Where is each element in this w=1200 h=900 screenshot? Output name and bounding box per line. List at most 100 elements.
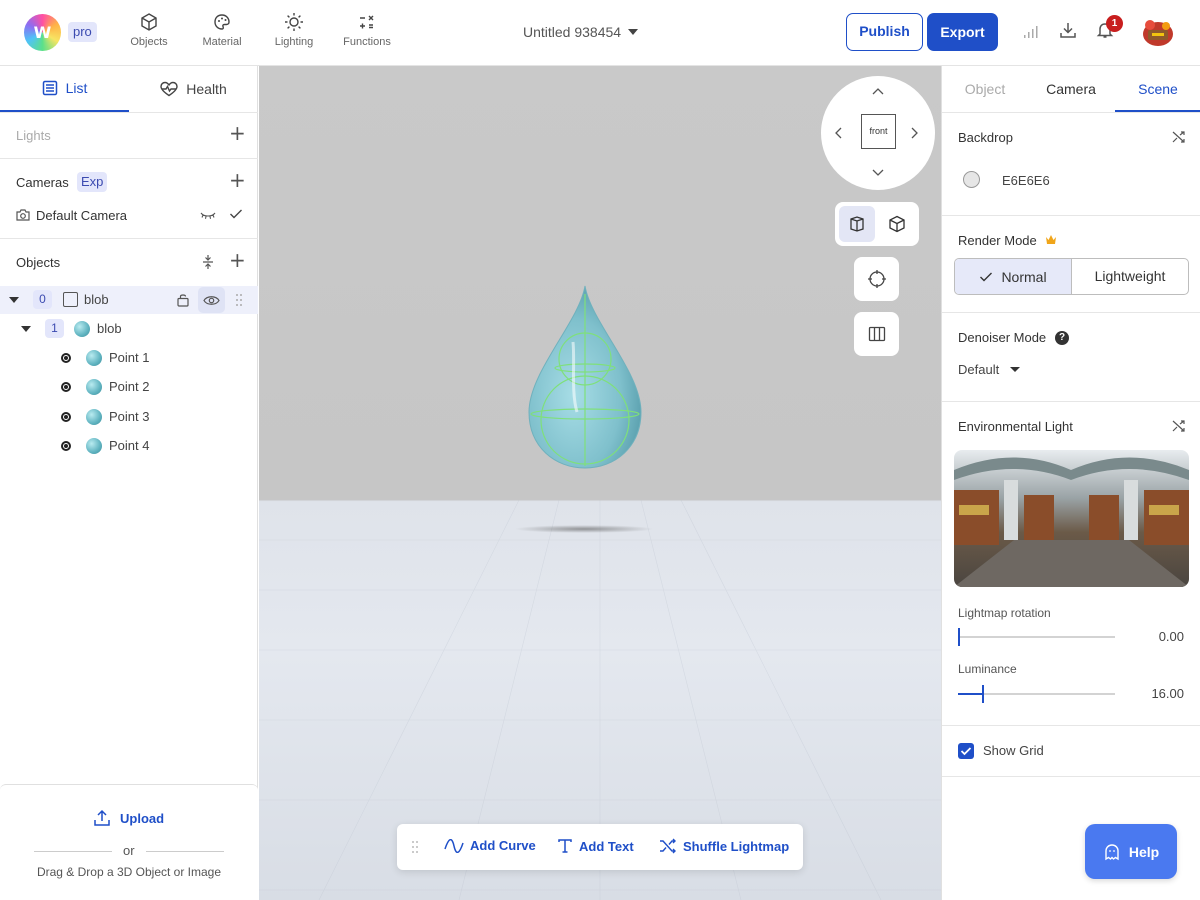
document-title[interactable]: Untitled 938454 [523, 24, 621, 40]
download-icon[interactable] [1058, 20, 1078, 40]
tree-item-label: blob [97, 321, 122, 336]
drag-handle-icon[interactable] [235, 293, 243, 307]
tree-row[interactable]: Point 4 [0, 432, 258, 460]
divider [0, 238, 258, 239]
add-curve-button[interactable]: Add Curve [444, 838, 536, 853]
tab-health[interactable]: Health [129, 66, 258, 112]
color-swatch[interactable] [963, 171, 980, 188]
sphere-icon [86, 438, 102, 454]
tree-row[interactable]: Point 3 [0, 403, 258, 431]
backdrop-color-value[interactable]: E6E6E6 [1002, 173, 1050, 188]
lightmap-rotation-value[interactable]: 0.00 [1159, 629, 1184, 644]
drop-hint: Drag & Drop a 3D Object or Image [36, 865, 222, 879]
signal-icon[interactable] [1022, 22, 1040, 40]
default-camera-label[interactable]: Default Camera [36, 208, 127, 223]
tree-row[interactable]: Point 1 [0, 344, 258, 372]
render-mode-normal[interactable]: Normal [955, 259, 1072, 294]
help-button[interactable]: Help [1085, 824, 1177, 879]
tab-camera[interactable]: Camera [1028, 66, 1114, 112]
avatar[interactable] [1140, 16, 1176, 48]
heart-pulse-icon [160, 81, 178, 97]
collapse-icon[interactable] [200, 254, 216, 270]
divider [942, 776, 1200, 777]
tool-lighting[interactable]: Lighting [259, 12, 329, 48]
chevron-up-icon[interactable] [871, 86, 885, 96]
chevron-down-icon[interactable] [871, 168, 885, 178]
environment-map-preview[interactable] [954, 450, 1189, 587]
luminance-label: Luminance [958, 662, 1017, 676]
app-logo[interactable]: W [24, 14, 61, 51]
shuffle-lightmap-button[interactable]: Shuffle Lightmap [659, 838, 789, 854]
shuffle-icon[interactable] [1172, 419, 1186, 433]
target-icon[interactable] [61, 382, 71, 392]
tab-scene[interactable]: Scene [1115, 66, 1200, 112]
divider [942, 312, 1200, 313]
show-grid-label[interactable]: Show Grid [983, 743, 1044, 758]
target-icon[interactable] [61, 412, 71, 422]
left-panel: List Health Lights + Cameras Exp + Defau… [0, 66, 258, 900]
columns-icon [868, 326, 885, 342]
view-cube-face[interactable]: front [861, 114, 896, 149]
lock-icon[interactable] [176, 292, 190, 307]
add-object-button[interactable]: + [229, 250, 246, 270]
add-light-button[interactable]: + [229, 123, 246, 143]
chevron-down-icon[interactable] [21, 326, 31, 332]
perspective-button[interactable] [879, 206, 915, 242]
index-badge: 1 [45, 319, 64, 338]
chevron-right-icon[interactable] [910, 126, 920, 140]
lights-label: Lights [16, 128, 51, 143]
slider-thumb[interactable] [982, 685, 985, 703]
render-mode-lightweight[interactable]: Lightweight [1072, 259, 1188, 294]
layout-button[interactable] [854, 312, 899, 356]
orthographic-button[interactable] [839, 206, 875, 242]
render-mode-toggle: Normal Lightweight [954, 258, 1189, 295]
or-label: or [123, 843, 135, 858]
tab-object[interactable]: Object [942, 66, 1028, 112]
upload-button[interactable]: Upload [93, 809, 164, 827]
tree-row[interactable]: Point 2 [0, 373, 258, 401]
chevron-down-icon[interactable] [9, 297, 19, 303]
lightmap-rotation-slider[interactable] [958, 628, 1115, 646]
tab-list[interactable]: List [0, 66, 129, 112]
add-camera-button[interactable]: + [229, 170, 246, 190]
3d-viewport[interactable]: front Add Curve Add Text Shuffle Lightma… [259, 66, 941, 900]
upload-dropzone[interactable]: Upload or Drag & Drop a 3D Object or Ima… [0, 784, 258, 900]
luminance-value[interactable]: 16.00 [1151, 686, 1184, 701]
drag-handle-icon[interactable] [411, 840, 419, 854]
cameras-label: Cameras [16, 175, 69, 190]
luminance-slider[interactable] [958, 685, 1115, 703]
tree-row[interactable]: 1 blob [0, 315, 258, 343]
right-panel: Object Camera Scene Backdrop E6E6E6 Rend… [941, 66, 1200, 900]
add-text-button[interactable]: Add Text [557, 838, 634, 854]
eye-closed-icon[interactable] [200, 210, 216, 220]
chevron-down-icon[interactable] [628, 29, 638, 35]
denoiser-select[interactable]: Default [958, 362, 999, 377]
tool-objects[interactable]: Objects [114, 12, 184, 48]
target-icon[interactable] [61, 353, 71, 363]
shuffle-icon [660, 838, 676, 854]
visibility-toggle[interactable] [198, 287, 225, 313]
tree-item-label: blob [84, 292, 109, 307]
check-icon[interactable] [229, 208, 243, 220]
sphere-icon [86, 379, 102, 395]
target-icon[interactable] [61, 441, 71, 451]
tool-functions[interactable]: Functions [332, 12, 402, 48]
export-button[interactable]: Export [927, 13, 998, 51]
cube-icon [141, 13, 157, 31]
tree-row[interactable]: 0 blob [0, 286, 258, 314]
divider [942, 112, 1200, 113]
shuffle-icon[interactable] [1172, 130, 1186, 144]
slider-fill [958, 693, 984, 695]
experimental-badge: Exp [77, 172, 108, 192]
water-drop-object[interactable] [525, 282, 645, 472]
chevron-down-icon[interactable] [1010, 367, 1020, 372]
publish-button[interactable]: Publish [846, 13, 923, 51]
show-grid-checkbox[interactable] [958, 743, 974, 759]
help-circle-icon[interactable]: ? [1055, 331, 1069, 345]
recenter-button[interactable] [854, 257, 899, 301]
slider-thumb[interactable] [958, 628, 960, 646]
tool-material[interactable]: Material [187, 12, 257, 48]
pro-badge: pro [68, 22, 97, 42]
text-icon [558, 839, 572, 853]
chevron-left-icon[interactable] [833, 126, 843, 140]
